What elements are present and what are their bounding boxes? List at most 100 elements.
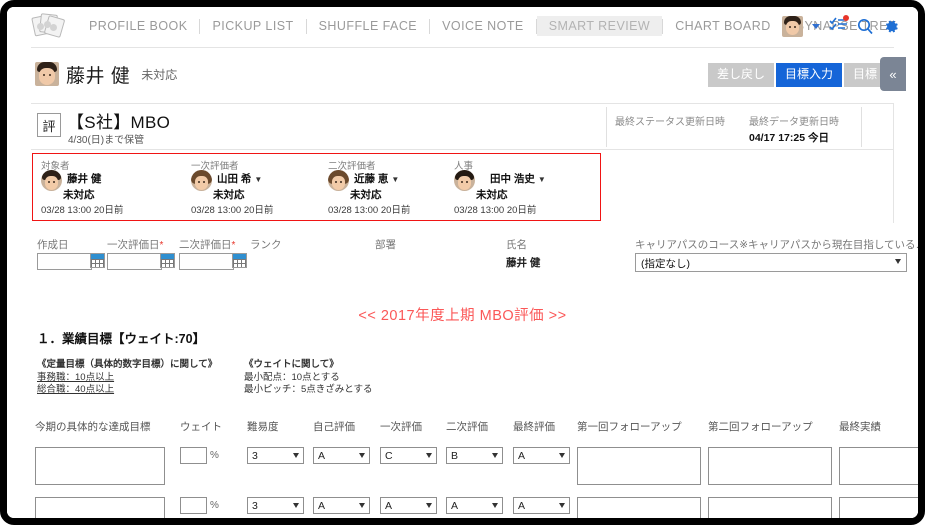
chevron-down-icon bbox=[492, 453, 498, 458]
evaluator-status: 未対応 bbox=[350, 189, 382, 201]
nav-item-profile-book[interactable]: PROFILE BOOK bbox=[77, 16, 199, 36]
goal-input[interactable] bbox=[35, 447, 165, 485]
chevron-down-icon[interactable]: ▼ bbox=[254, 175, 262, 184]
evaluator-date: 03/28 13:00 20日前 bbox=[454, 205, 537, 216]
weight-input[interactable] bbox=[180, 497, 207, 514]
nav-right-tools bbox=[782, 15, 900, 37]
evaluator-name-text: 田中 浩史 bbox=[490, 173, 535, 185]
first-eval-value: C bbox=[385, 450, 393, 462]
self-eval-select[interactable]: A bbox=[313, 497, 370, 514]
col-header-difficulty: 難易度 bbox=[247, 421, 279, 433]
header-action-buttons: 差し戻し 目標入力 目標 bbox=[707, 63, 886, 87]
nav-item-voice-note[interactable]: VOICE NOTE bbox=[430, 16, 536, 36]
top-navigation: PROFILE BOOK PICKUP LIST SHUFFLE FACE VO… bbox=[7, 7, 918, 45]
evaluator-name: 山田 希 ▼ bbox=[217, 171, 262, 186]
calendar-icon[interactable] bbox=[232, 253, 247, 268]
created-date-label: 作成日 bbox=[37, 239, 69, 251]
second-eval-value: A bbox=[451, 500, 459, 512]
evaluator-avatar bbox=[328, 170, 349, 191]
evaluation-icon: 評 bbox=[37, 113, 61, 137]
evaluator-date: 03/28 13:00 20日前 bbox=[328, 205, 411, 216]
evaluator-status: 未対応 bbox=[63, 189, 95, 201]
required-mark: * bbox=[159, 240, 164, 251]
status-update-label: 最終ステータス更新日時 bbox=[615, 117, 725, 128]
second-eval-date-input[interactable] bbox=[179, 253, 234, 270]
period-title: << 2017年度上期 MBO評価 >> bbox=[358, 308, 567, 324]
chevron-down-icon bbox=[293, 503, 299, 508]
chevron-down-icon bbox=[426, 503, 432, 508]
chevron-down-icon bbox=[895, 259, 901, 264]
first-eval-date-input[interactable] bbox=[107, 253, 162, 270]
divider bbox=[31, 103, 894, 104]
final-result-input[interactable] bbox=[839, 497, 918, 518]
difficulty-value: 3 bbox=[252, 450, 258, 462]
chevron-down-icon[interactable]: ▼ bbox=[538, 175, 546, 184]
table-row: % 3 A C B A bbox=[32, 447, 918, 493]
goal-input[interactable] bbox=[35, 497, 165, 518]
evaluator-cell-target[interactable]: 対象者 藤井 健 未対応 03/28 13:00 20日前 bbox=[33, 154, 173, 220]
followup1-input[interactable] bbox=[577, 447, 701, 485]
followup2-input[interactable] bbox=[708, 497, 832, 518]
evaluator-name: 近藤 恵 ▼ bbox=[354, 171, 399, 186]
gear-icon[interactable] bbox=[883, 18, 900, 35]
final-result-input[interactable] bbox=[839, 447, 918, 485]
second-eval-select[interactable]: A bbox=[446, 497, 503, 514]
nav-item-chart-board[interactable]: CHART BOARD bbox=[663, 16, 782, 36]
section1-note-right: 《ウェイトに関して》 最小配点：10点とする 最小ピッチ：5点きざみとする bbox=[244, 359, 373, 397]
col-header-weight: ウェイト bbox=[180, 421, 222, 433]
nav-item-pickup-list[interactable]: PICKUP LIST bbox=[200, 16, 305, 36]
avatar[interactable] bbox=[782, 16, 803, 37]
evaluator-date: 03/28 13:00 20日前 bbox=[191, 205, 274, 216]
notification-badge bbox=[843, 15, 849, 21]
mbo-subtitle: 4/30(日)まで保管 bbox=[68, 135, 145, 146]
person-status: 未対応 bbox=[141, 67, 178, 82]
career-path-select[interactable]: (指定なし) bbox=[635, 253, 907, 272]
col-header-first-eval: 一次評価 bbox=[380, 421, 422, 433]
followup1-input[interactable] bbox=[577, 497, 701, 518]
evaluator-cell-hr[interactable]: 人事 田中 浩史 ▼ 未対応 03/28 13:00 20日前 bbox=[446, 154, 586, 220]
search-icon[interactable] bbox=[857, 18, 874, 35]
divider bbox=[31, 149, 894, 150]
nav-item-shuffle-face[interactable]: SHUFFLE FACE bbox=[307, 16, 429, 36]
person-avatar bbox=[35, 62, 59, 86]
col-header-self-eval: 自己評価 bbox=[313, 421, 355, 433]
col-header-final-eval: 最終評価 bbox=[513, 421, 555, 433]
tasks-icon[interactable] bbox=[829, 15, 849, 36]
calendar-icon[interactable] bbox=[160, 253, 175, 268]
difficulty-select[interactable]: 3 bbox=[247, 447, 304, 464]
self-eval-value: A bbox=[318, 450, 326, 462]
sendback-button[interactable]: 差し戻し bbox=[707, 63, 774, 87]
note-line: 最小配点：10点とする bbox=[244, 371, 340, 383]
mbo-header: 評 【S社】MBO 4/30(日)まで保管 最終ステータス更新日時 最終データ更… bbox=[7, 103, 918, 149]
panel-divider bbox=[893, 103, 894, 223]
evaluator-name: 藤井 健 bbox=[67, 173, 102, 185]
final-eval-select[interactable]: A bbox=[513, 497, 570, 514]
first-eval-select[interactable]: C bbox=[380, 447, 437, 464]
second-eval-date-label: 二次評価日* bbox=[179, 237, 235, 252]
chevron-down-icon[interactable] bbox=[812, 24, 820, 29]
final-eval-value: A bbox=[518, 450, 526, 462]
self-eval-select[interactable]: A bbox=[313, 447, 370, 464]
collapse-panel-button[interactable]: « bbox=[880, 57, 906, 91]
evaluator-name-text: 山田 希 bbox=[217, 173, 252, 185]
section1-heading: １．業績目標【ウェイト:70】 bbox=[37, 332, 206, 346]
final-eval-select[interactable]: A bbox=[513, 447, 570, 464]
evaluator-avatar bbox=[454, 170, 475, 191]
created-date-input[interactable] bbox=[37, 253, 92, 270]
note-heading: 《ウェイトに関して》 bbox=[244, 359, 339, 370]
chevron-down-icon bbox=[359, 453, 365, 458]
calendar-icon[interactable] bbox=[90, 253, 105, 268]
first-eval-select[interactable]: A bbox=[380, 497, 437, 514]
difficulty-select[interactable]: 3 bbox=[247, 497, 304, 514]
required-mark: * bbox=[231, 240, 236, 251]
nav-item-smart-review[interactable]: SMART REVIEW bbox=[536, 16, 663, 36]
chevron-down-icon[interactable]: ▼ bbox=[391, 175, 399, 184]
chevron-down-icon bbox=[359, 503, 365, 508]
second-eval-select[interactable]: B bbox=[446, 447, 503, 464]
weight-input[interactable] bbox=[180, 447, 207, 464]
career-path-label: キャリアパスのコース※キャリアパスから現在目指している… bbox=[635, 239, 918, 251]
evaluator-cell-second[interactable]: 二次評価者 近藤 恵 ▼ 未対応 03/28 13:00 20日前 bbox=[320, 154, 460, 220]
goal-input-button[interactable]: 目標入力 bbox=[775, 63, 842, 87]
evaluator-cell-first[interactable]: 一次評価者 山田 希 ▼ 未対応 03/28 13:00 20日前 bbox=[183, 154, 323, 220]
followup2-input[interactable] bbox=[708, 447, 832, 485]
